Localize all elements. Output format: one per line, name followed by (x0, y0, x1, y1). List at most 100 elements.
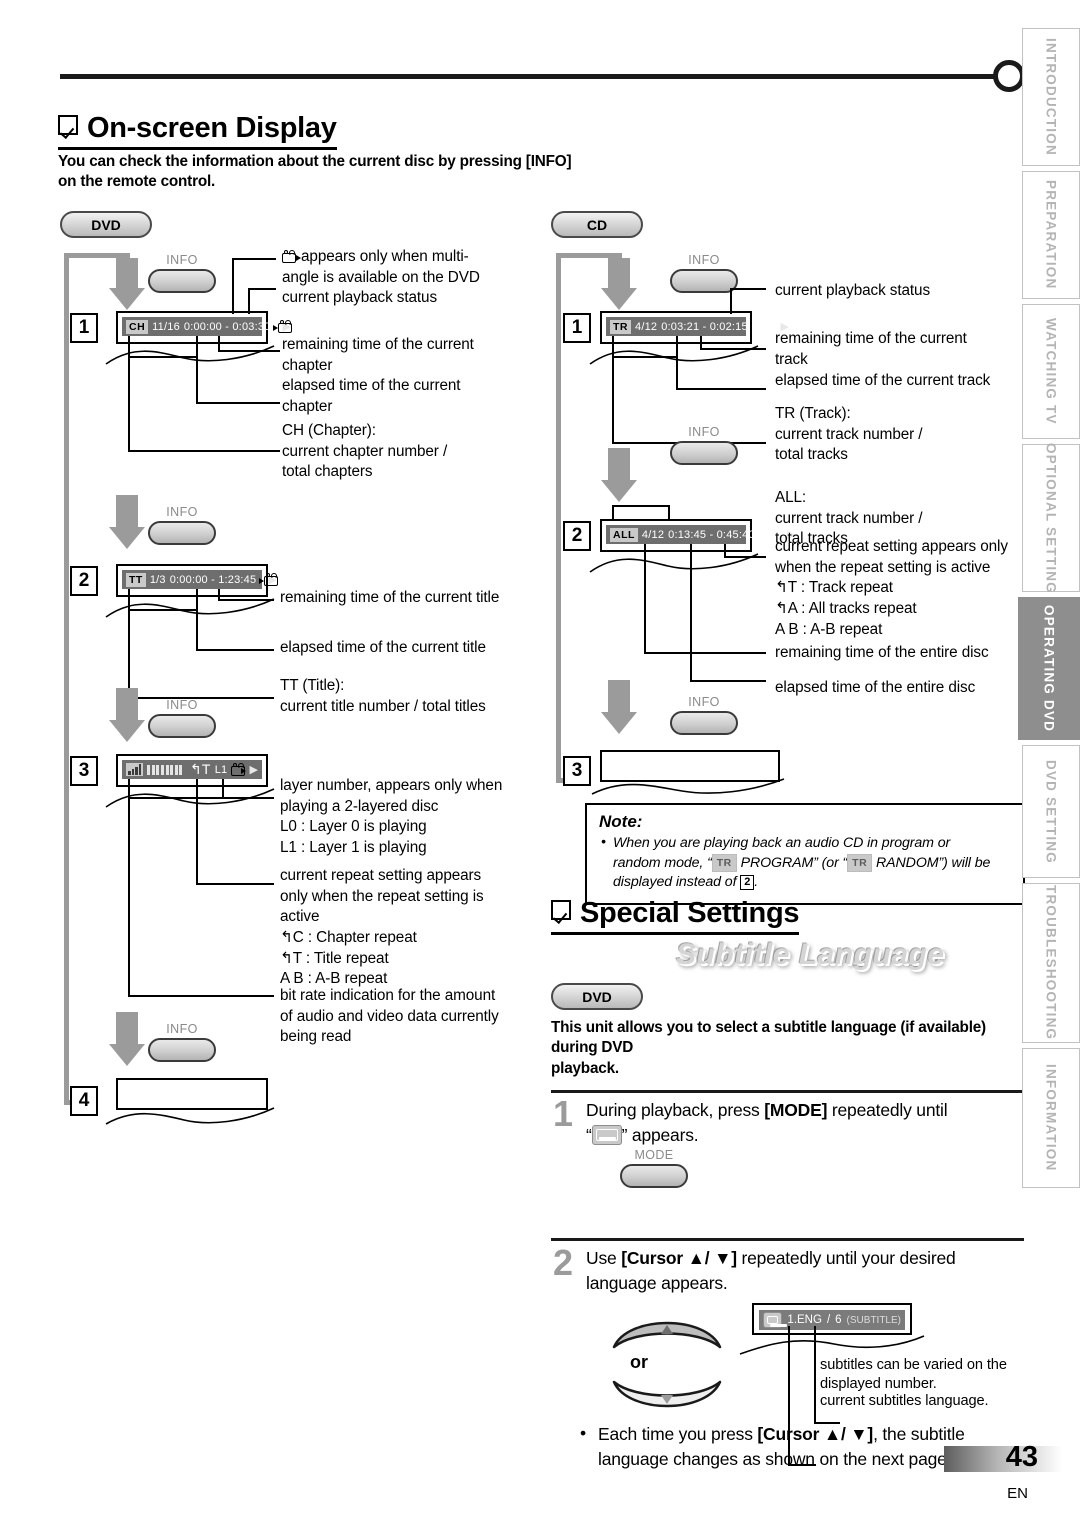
info-button-1[interactable]: INFO (148, 253, 216, 293)
mode-button[interactable]: MODE (620, 1148, 688, 1188)
annotation-remaining-title: remaining time of the current title (280, 589, 500, 606)
leader-ch-to-ann (128, 450, 280, 452)
info-button-body[interactable] (148, 1038, 216, 1062)
osd-all-times: 0:13:45 - 0:45:40 (668, 528, 755, 541)
leader-l3-v1 (128, 779, 130, 799)
camera-icon (231, 762, 246, 776)
repeat-icon-a: ↰ (775, 599, 788, 617)
tr-chip-icon: TR (711, 853, 737, 873)
leader-tt2-to-ann (196, 649, 274, 651)
leader-all-rep-h (724, 556, 766, 558)
side-tab-strip: INTRODUCTION PREPARATION WATCHING TV OPTION… (1018, 28, 1080, 1193)
step-marker-cd-1: 1 (563, 313, 591, 343)
leader-ch-h1 (128, 356, 198, 358)
info-button-body[interactable] (148, 714, 216, 738)
side-tab-operating-dvd[interactable]: OPERATING DVD (1018, 597, 1080, 740)
info-button-label: INFO (688, 425, 720, 439)
osd-bar: TT 1/3 0:00:00 - 1:23:45 ▶ (122, 570, 279, 589)
leader-all-v-up (612, 505, 614, 521)
leader-cd-status-h (730, 288, 766, 290)
step-marker-cd-3: 3 (563, 756, 591, 786)
header-rule (60, 74, 995, 79)
leader-tt-v1 (128, 589, 130, 611)
leader-angle-h (232, 258, 276, 260)
annotation-subtitle-number: subtitles can be varied on the displayed … (820, 1357, 1007, 1392)
info-button-label: INFO (688, 253, 720, 267)
cd-flow-arrow-1-shaft (608, 258, 630, 290)
cd-info-button-3[interactable]: INFO (670, 695, 738, 735)
osd-title-numbers: 1/3 (149, 573, 166, 586)
side-tab-dvd-setting[interactable]: DVD SETTING (1022, 745, 1080, 878)
info-button-4[interactable]: INFO (148, 1022, 216, 1062)
annotation-layer: layer number, appears only when playing … (280, 777, 503, 856)
osd-3-tear-edge (105, 788, 275, 808)
page-language-code: EN (1007, 1485, 1028, 1502)
section-title-onscreen: On-screen Display (58, 112, 337, 150)
annotation-cd-tr: TR (Track): current track number / total… (775, 405, 923, 464)
side-tab-information[interactable]: INFORMATION (1022, 1048, 1080, 1188)
cursor-down-button[interactable] (608, 1378, 726, 1426)
leader-layer-h (222, 797, 274, 799)
side-tab-label: OPERATING DVD (1041, 604, 1057, 733)
leader-cd-v2 (676, 336, 678, 358)
flow-arrow-4-head (109, 1044, 145, 1066)
repeat-icon-c: ↰ (280, 928, 293, 946)
annotation-cd-repeat: current repeat setting appears only when… (775, 538, 1008, 638)
side-tab-preparation[interactable]: PREPARATION (1022, 171, 1080, 299)
cd-info-button-1[interactable]: INFO (670, 253, 738, 293)
osd-chapter-numbers: 11/16 (152, 320, 180, 333)
cursor-up-button[interactable] (608, 1307, 726, 1355)
info-button-body[interactable] (148, 269, 216, 293)
badge-dvd: DVD (60, 211, 152, 238)
annotation-cd-playback-status: current playback status (775, 282, 930, 299)
info-button-body[interactable] (670, 711, 738, 735)
page-number: 43 (1005, 1441, 1038, 1473)
side-tab-label: DVD SETTING (1043, 759, 1059, 864)
info-button-2[interactable]: INFO (148, 505, 216, 545)
step-marker-dvd-3: 3 (70, 756, 98, 786)
info-button-body[interactable] (670, 269, 738, 293)
side-tab-troubleshooting[interactable]: TROUBLESHOOTING (1022, 883, 1080, 1043)
mode-button-body[interactable] (620, 1164, 688, 1188)
step-marker-cd-2: 2 (563, 521, 591, 551)
leader-ch-v1 (128, 336, 130, 358)
info-button-3[interactable]: INFO (148, 698, 216, 738)
annotation-playback-status: current playback status (282, 289, 437, 306)
info-button-body[interactable] (670, 441, 738, 465)
osd-tag-ch: CH (126, 319, 149, 334)
leader-all-elap-v (690, 564, 692, 682)
annotation-ch: CH (Chapter): current chapter number / t… (282, 422, 448, 481)
step-chip: 2 (740, 875, 755, 891)
leader-cd-tr-v (612, 356, 614, 444)
side-tab-optional-setting[interactable]: OPTIONAL SETTING (1022, 443, 1080, 593)
info-button-label: INFO (166, 1022, 198, 1036)
osd-chapter-times: 0:00:00 - 0:03:30 (183, 320, 271, 333)
info-button-body[interactable] (148, 521, 216, 545)
leader-l3-v3 (222, 779, 224, 799)
leader-cd-elapsed-h (676, 388, 766, 390)
flow-arrow-3-shaft (116, 688, 138, 722)
leader-tt-h3 (218, 599, 274, 601)
repeat-icon-t: ↰ (280, 949, 293, 967)
subtitle-icon (591, 1124, 622, 1145)
leader-l3-v2 (196, 779, 198, 799)
cd-info-button-2[interactable]: INFO (670, 425, 738, 465)
side-tab-watching-tv[interactable]: WATCHING TV (1022, 304, 1080, 439)
leader-ch-v2 (196, 336, 198, 358)
side-tab-introduction[interactable]: INTRODUCTION (1022, 28, 1080, 166)
flow-arrow-1-head (109, 288, 145, 310)
osd-bar: ↰T L1 ▶ (122, 760, 262, 779)
or-label: or (630, 1352, 648, 1372)
annotation-angle: appears only when multi- angle is availa… (282, 248, 480, 286)
flow-arrow-2-head (109, 527, 145, 549)
onscreen-intro: You can check the information about the … (58, 153, 572, 191)
step-2-number: 2 (553, 1242, 574, 1283)
osd-track-numbers: 4/12 (635, 320, 658, 333)
leader-cd-v1 (612, 336, 614, 358)
leader-l3-h1 (128, 797, 224, 799)
leader-all-v-up2 (668, 505, 670, 521)
flow-arrow-4-shaft (116, 1012, 138, 1046)
side-tab-label: INTRODUCTION (1043, 38, 1059, 156)
subtitle-language-value: 1.ENG (787, 1314, 822, 1326)
leader-tt-h1 (128, 609, 198, 611)
